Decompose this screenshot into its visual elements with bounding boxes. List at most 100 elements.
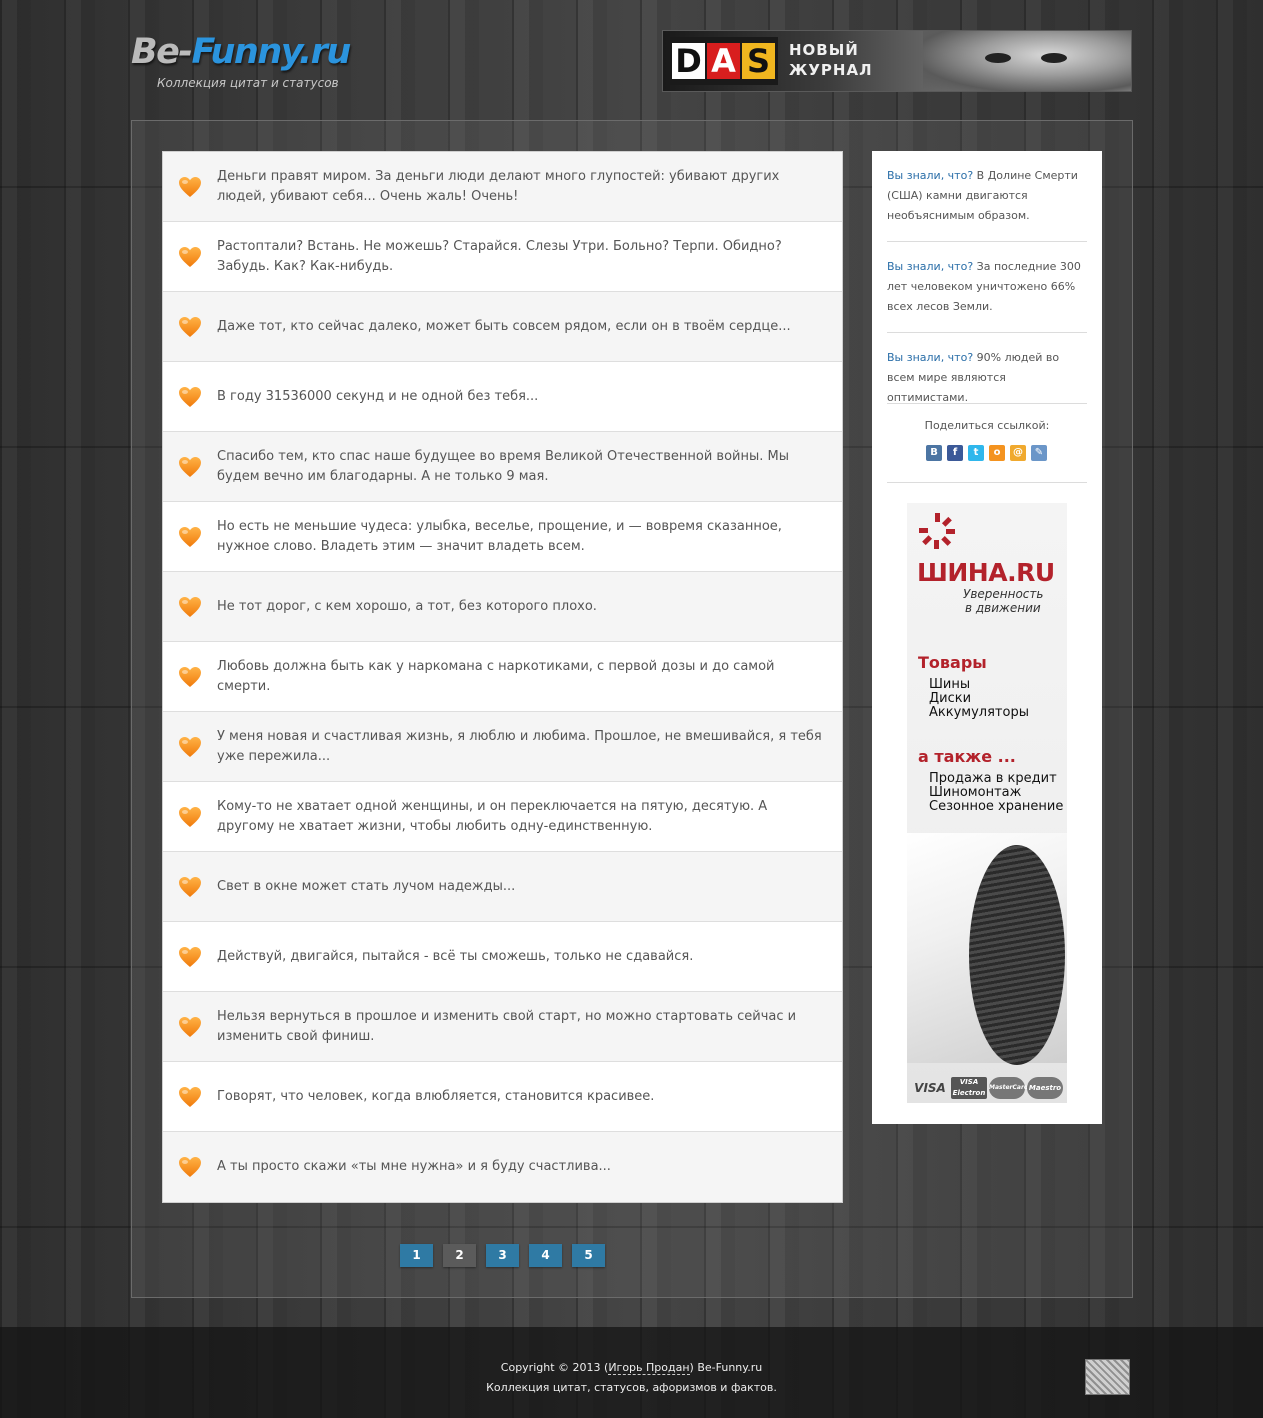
heart-icon[interactable] xyxy=(163,876,217,898)
heart-icon[interactable] xyxy=(163,456,217,478)
fact-link[interactable]: Вы знали, что? xyxy=(887,351,973,364)
quote-text: Даже тот, кто сейчас далеко, может быть … xyxy=(217,318,791,334)
quote-text: Спасибо тем, кто спас наше будущее во вр… xyxy=(217,448,789,484)
logo-title[interactable]: Be-Funny.ru xyxy=(131,30,351,74)
quote-row: А ты просто скажи «ты мне нужна» и я буд… xyxy=(163,1132,842,1202)
heart-icon[interactable] xyxy=(163,596,217,618)
divider xyxy=(887,332,1087,333)
quotes-list: Деньги правят миром. За деньги люди дела… xyxy=(162,151,843,1203)
quote-row: У меня новая и счастливая жизнь, я люблю… xyxy=(163,712,842,782)
ad-item: Диски xyxy=(929,691,972,706)
heart-icon[interactable] xyxy=(163,316,217,338)
quote-text: У меня новая и счастливая жизнь, я люблю… xyxy=(217,728,822,764)
heart-icon[interactable] xyxy=(163,736,217,758)
banner-line1: НОВЫЙ xyxy=(789,41,859,59)
heart-icon[interactable] xyxy=(163,1016,217,1038)
fact-link[interactable]: Вы знали, что? xyxy=(887,260,973,273)
visa-logo: VISA xyxy=(914,1081,946,1095)
slogan-line2: в движении xyxy=(965,601,1041,615)
site-tagline: Коллекция цитат и статусов xyxy=(157,76,339,90)
shina-logo-icon xyxy=(919,513,955,549)
ad-heading-products: Товары xyxy=(918,653,987,672)
facebook-icon[interactable]: f xyxy=(947,445,963,461)
vkontakte-icon[interactable]: B xyxy=(926,445,942,461)
quote-row: Не тот дорог, с кем хорошо, а тот, без к… xyxy=(163,572,842,642)
copyright-suffix: ) Be-Funny.ru xyxy=(689,1361,763,1374)
shina-slogan: Уверенность в движении xyxy=(963,587,1043,615)
quote-text: Говорят, что человек, когда влюбляется, … xyxy=(217,1088,655,1104)
share-label: Поделиться ссылкой: xyxy=(924,419,1050,432)
fact-item: Вы знали, что? 90% людей во всем мире яв… xyxy=(887,348,1087,408)
heart-icon[interactable] xyxy=(163,176,217,198)
heart-icon[interactable] xyxy=(163,386,217,408)
visa-electron-logo: VISA Electron xyxy=(951,1077,987,1099)
quote-row: Свет в окне может стать лучом надежды... xyxy=(163,852,842,922)
author-link[interactable]: Игорь Продан xyxy=(608,1361,690,1375)
quote-row: Но есть не меньшие чудеса: улыбка, весел… xyxy=(163,502,842,572)
divider xyxy=(887,403,1087,404)
ad-item: Сезонное хранение xyxy=(929,799,1064,814)
page-button-3[interactable]: 3 xyxy=(486,1244,519,1267)
footer: Copyright © 2013 (Игорь Продан) Be-Funny… xyxy=(0,1327,1263,1418)
quote-row: Нельзя вернуться в прошлое и изменить св… xyxy=(163,992,842,1062)
das-letter-s: S xyxy=(742,43,775,79)
page-button-4[interactable]: 4 xyxy=(529,1244,562,1267)
das-logo: D A S xyxy=(670,37,778,85)
quote-text: Нельзя вернуться в прошлое и изменить св… xyxy=(217,1008,797,1044)
banner-eye-right xyxy=(1041,53,1067,63)
quote-text: Кому-то не хватает одной женщины, и он п… xyxy=(217,798,768,834)
quote-row: Действуй, двигайся, пытайся - всё ты смо… xyxy=(163,922,842,992)
bookmark-icon[interactable]: ✎ xyxy=(1031,445,1047,461)
quote-row: Спасибо тем, кто спас наше будущее во вр… xyxy=(163,432,842,502)
heart-icon[interactable] xyxy=(163,526,217,548)
heart-icon[interactable] xyxy=(163,946,217,968)
quote-text: Любовь должна быть как у наркомана с нар… xyxy=(217,658,775,694)
quote-text: А ты просто скажи «ты мне нужна» и я буд… xyxy=(217,1159,611,1174)
copyright-prefix: Copyright © 2013 ( xyxy=(500,1361,609,1374)
twitter-icon[interactable]: t xyxy=(968,445,984,461)
banner-line2: ЖУРНАЛ xyxy=(789,61,873,79)
page-button-2[interactable]: 2 xyxy=(443,1244,476,1267)
mastercard-logo: MasterCard xyxy=(989,1077,1028,1099)
quote-row: Кому-то не хватает одной женщины, и он п… xyxy=(163,782,842,852)
quote-row: Любовь должна быть как у наркомана с нар… xyxy=(163,642,842,712)
odnoklassniki-icon[interactable]: o xyxy=(989,445,1005,461)
heart-icon[interactable] xyxy=(163,246,217,268)
ad-item: Аккумуляторы xyxy=(929,705,1029,720)
quote-text: Деньги правят миром. За деньги люди дела… xyxy=(217,168,780,204)
page-button-5[interactable]: 5 xyxy=(572,1244,605,1267)
top-banner-ad[interactable]: D A S НОВЫЙ ЖУРНАЛ xyxy=(662,30,1132,92)
site-logo[interactable]: Be-Funny.ru Коллекция цитат и статусов xyxy=(131,30,351,90)
ad-item: Шиномонтаж xyxy=(929,785,1022,800)
visitor-counter-badge[interactable] xyxy=(1085,1359,1130,1395)
heart-icon[interactable] xyxy=(163,1086,217,1108)
banner-text: НОВЫЙ ЖУРНАЛ xyxy=(789,40,873,80)
heart-icon[interactable] xyxy=(163,806,217,828)
shina-ad-banner[interactable]: ШИНА.RU Уверенность в движении Товары Ши… xyxy=(907,503,1067,1103)
quote-row: Деньги правят миром. За деньги люди дела… xyxy=(163,152,842,222)
divider xyxy=(887,482,1087,483)
divider xyxy=(887,241,1087,242)
quote-row: Говорят, что человек, когда влюбляется, … xyxy=(163,1062,842,1132)
sidebar: Вы знали, что? В Долине Смерти (США) кам… xyxy=(872,151,1102,1124)
quote-text: В году 31536000 секунд и не одной без те… xyxy=(217,388,539,404)
das-letter-d: D xyxy=(672,43,705,79)
heart-icon[interactable] xyxy=(163,666,217,688)
logo-part2: Funny.ru xyxy=(191,32,351,72)
quote-text: Но есть не меньшие чудеса: улыбка, весел… xyxy=(217,518,782,554)
footer-copyright: Copyright © 2013 (Игорь Продан) Be-Funny… xyxy=(0,1361,1263,1375)
maestro-logo: Maestro xyxy=(1027,1077,1063,1099)
ad-item: Продажа в кредит xyxy=(929,771,1057,786)
fact-item: Вы знали, что? В Долине Смерти (США) кам… xyxy=(887,166,1087,226)
quote-text: Действуй, двигайся, пытайся - всё ты смо… xyxy=(217,948,694,964)
page-button-1[interactable]: 1 xyxy=(400,1244,433,1267)
ad-heading-also: а также ... xyxy=(918,747,1016,766)
banner-face-image xyxy=(923,31,1131,91)
fact-item: Вы знали, что? За последние 300 лет чело… xyxy=(887,257,1087,317)
mailru-icon[interactable]: @ xyxy=(1010,445,1026,461)
quote-row: В году 31536000 секунд и не одной без те… xyxy=(163,362,842,432)
fact-link[interactable]: Вы знали, что? xyxy=(887,169,973,182)
heart-icon[interactable] xyxy=(163,1156,217,1178)
shina-brand: ШИНА.RU xyxy=(917,558,1055,587)
tire-image xyxy=(969,845,1065,1065)
